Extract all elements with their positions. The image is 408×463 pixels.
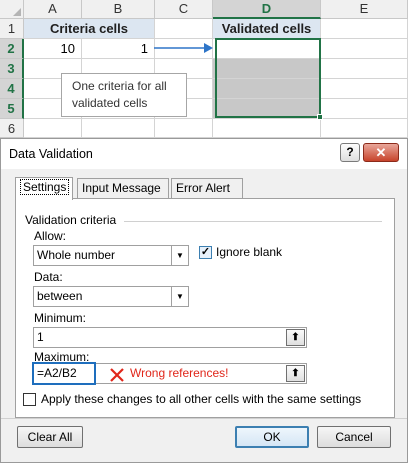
data-select[interactable]: between ▼ [33,286,189,307]
allow-label: Allow: [34,229,67,243]
annotation-callout: One criteria for all validated cells [61,73,187,117]
fill-handle[interactable] [317,114,323,120]
spreadsheet: A B C D E 1 2 3 4 5 6 Criteria cells Val… [0,0,408,138]
cell-e4[interactable] [321,79,408,99]
minimum-value: 1 [37,330,44,344]
cell-c1[interactable] [155,19,213,39]
group-divider [124,221,382,222]
validation-criteria-label: Validation criteria [25,213,117,227]
row-header-5[interactable]: 5 [0,99,24,119]
error-x-icon [110,368,124,382]
close-button[interactable]: ✕ [363,143,399,162]
allow-select-value: Whole number [37,248,116,262]
column-header-c[interactable]: C [155,0,213,19]
tab-settings[interactable]: Settings [15,177,73,200]
apply-all-label: Apply these changes to all other cells w… [41,392,362,406]
column-header-d[interactable]: D [213,0,321,19]
column-header-b[interactable]: B [82,0,155,19]
validated-cells-header[interactable]: Validated cells [213,19,321,39]
cell-e5[interactable] [321,99,408,119]
tab-settings-label: Settings [20,179,70,195]
cell-d6[interactable] [213,119,321,138]
cell-b2[interactable]: 1 [82,39,155,59]
row-header-3[interactable]: 3 [0,59,24,79]
ignore-blank-checkbox[interactable]: ✓ [199,246,212,259]
settings-panel: Validation criteria [15,198,395,418]
cell-a6[interactable] [24,119,82,138]
help-button[interactable]: ? [340,143,360,162]
cell-b6[interactable] [82,119,155,138]
dialog-titlebar[interactable]: Data Validation ? ✕ [1,139,407,169]
data-validation-dialog: Data Validation ? ✕ Settings Input Messa… [0,138,408,463]
apply-all-checkbox[interactable] [23,393,36,406]
select-all-corner[interactable] [0,0,24,19]
cell-e1[interactable] [321,19,408,39]
tab-error-alert[interactable]: Error Alert [171,178,243,198]
collapse-dialog-icon[interactable]: ⬆ [286,329,305,346]
column-header-e[interactable]: E [321,0,408,19]
ok-button[interactable]: OK [235,426,309,448]
dialog-title: Data Validation [9,147,93,161]
arrow-icon [154,43,213,53]
row-header-1[interactable]: 1 [0,19,24,39]
collapse-dialog-icon[interactable]: ⬆ [286,365,305,382]
cell-e6[interactable] [321,119,408,138]
chevron-down-icon[interactable]: ▼ [171,287,188,306]
data-select-value: between [37,289,83,303]
ignore-blank-label: Ignore blank [216,245,283,259]
minimum-label: Minimum: [34,311,87,325]
error-annotation: Wrong references! [130,366,229,380]
clear-all-button[interactable]: Clear All [17,426,83,448]
data-label: Data: [34,270,63,284]
row-header-2[interactable]: 2 [0,39,24,59]
cell-e3[interactable] [321,59,408,79]
cell-c6[interactable] [155,119,213,138]
minimum-input[interactable]: 1 ⬆ [33,327,307,348]
button-divider [1,418,407,419]
tab-input-message[interactable]: Input Message [77,178,169,198]
row-header-4[interactable]: 4 [0,79,24,99]
criteria-cells-header[interactable]: Criteria cells [24,19,155,39]
column-header-a[interactable]: A [24,0,82,19]
maximum-input[interactable]: =A2/B2 [32,362,96,385]
allow-select[interactable]: Whole number ▼ [33,245,189,266]
selection-range-d2-d5 [215,38,321,118]
row-header-6[interactable]: 6 [0,119,24,138]
cell-e2[interactable] [321,39,408,59]
chevron-down-icon[interactable]: ▼ [171,246,188,265]
cancel-button[interactable]: Cancel [317,426,391,448]
maximum-value: =A2/B2 [37,366,77,380]
cell-a2[interactable]: 10 [24,39,82,59]
